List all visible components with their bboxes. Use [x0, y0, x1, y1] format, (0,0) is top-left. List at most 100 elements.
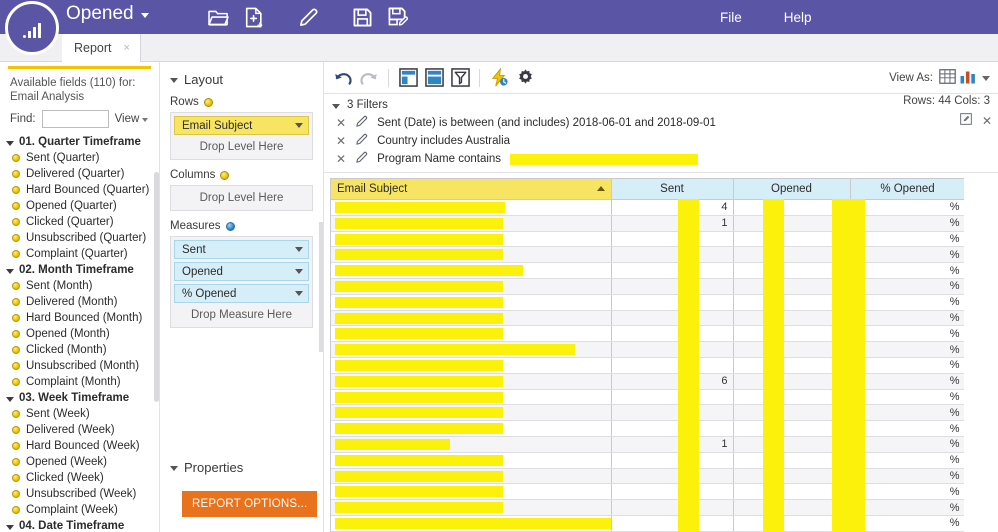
- field-item[interactable]: Delivered (Quarter): [0, 166, 159, 182]
- table-row[interactable]: 410%: [331, 199, 964, 216]
- measure-chip-sent[interactable]: Sent: [174, 240, 309, 259]
- table-row[interactable]: %: [331, 483, 964, 501]
- table-row[interactable]: %: [331, 515, 964, 532]
- undo-icon[interactable]: [330, 65, 356, 91]
- new-document-icon[interactable]: [236, 0, 272, 34]
- edit-filter-icon[interactable]: [355, 151, 368, 167]
- cell-pct-opened: %: [850, 499, 964, 516]
- column-header-pct-opened[interactable]: % Opened: [850, 178, 964, 200]
- table-row[interactable]: %: [331, 357, 964, 374]
- measures-dropzone[interactable]: Sent Opened % Opened Drop Measure Here: [170, 236, 313, 328]
- field-item[interactable]: Complaint (Week): [0, 502, 159, 518]
- field-item[interactable]: Sent (Week): [0, 406, 159, 422]
- table-row[interactable]: %: [331, 310, 964, 327]
- menu-item-file[interactable]: File: [720, 10, 742, 25]
- column-panel-icon[interactable]: [421, 65, 447, 91]
- field-item[interactable]: Sent (Month): [0, 278, 159, 294]
- filter-row-country[interactable]: ✕ Country includes Australia: [324, 132, 998, 150]
- field-group-1[interactable]: 01. Quarter Timeframe: [0, 134, 159, 150]
- rows-dropzone[interactable]: Email Subject Drop Level Here: [170, 112, 313, 160]
- filter-icon[interactable]: [447, 65, 473, 91]
- measure-chip-opened[interactable]: Opened: [174, 262, 309, 281]
- cell-pct-opened: %: [850, 420, 964, 437]
- view-dropdown[interactable]: View: [115, 113, 149, 125]
- report-table-container[interactable]: Email Subject Sent Opened % Opened 410%1…: [330, 178, 964, 532]
- table-row[interactable]: %: [331, 262, 964, 279]
- field-item[interactable]: Opened (Week): [0, 454, 159, 470]
- table-row[interactable]: %: [331, 452, 964, 469]
- report-options-button[interactable]: REPORT OPTIONS...: [182, 491, 318, 517]
- table-row[interactable]: %: [331, 246, 964, 264]
- field-item[interactable]: Clicked (Week): [0, 470, 159, 486]
- chevron-down-icon[interactable]: [982, 75, 990, 81]
- field-item[interactable]: Opened (Month): [0, 326, 159, 342]
- field-item[interactable]: Sent (Quarter): [0, 150, 159, 166]
- filter-row-sent-date[interactable]: ✕ Sent (Date) is between (and includes) …: [324, 114, 998, 132]
- run-report-icon[interactable]: [486, 65, 512, 91]
- field-item[interactable]: Hard Bounced (Quarter): [0, 182, 159, 198]
- columns-dropzone[interactable]: Drop Level Here: [170, 185, 313, 211]
- table-row[interactable]: 61%: [331, 373, 964, 390]
- rows-chip-email-subject[interactable]: Email Subject: [174, 116, 309, 135]
- field-group-3[interactable]: 03. Week Timeframe: [0, 390, 159, 406]
- field-group-4[interactable]: 04. Date Timeframe: [0, 518, 159, 532]
- table-row[interactable]: %: [331, 404, 964, 422]
- open-folder-icon[interactable]: [200, 0, 236, 34]
- table-row[interactable]: %: [331, 389, 964, 406]
- table-row[interactable]: %: [331, 231, 964, 248]
- edit-filter-icon[interactable]: [355, 115, 368, 131]
- edit-filters-icon[interactable]: [960, 112, 972, 130]
- app-title-menu[interactable]: Opened: [66, 3, 149, 25]
- column-header-sent[interactable]: Sent: [611, 178, 734, 200]
- find-label: Find:: [10, 113, 36, 125]
- table-row[interactable]: 12%: [331, 215, 964, 232]
- edit-filter-icon[interactable]: [355, 133, 368, 149]
- table-row[interactable]: 1%: [331, 436, 964, 453]
- field-item[interactable]: Delivered (Month): [0, 294, 159, 310]
- table-row[interactable]: %: [331, 341, 964, 358]
- layout-panel-scrollbar[interactable]: [319, 222, 323, 352]
- edit-pencil-icon[interactable]: [290, 0, 326, 34]
- field-item[interactable]: Delivered (Week): [0, 422, 159, 438]
- field-item[interactable]: Hard Bounced (Week): [0, 438, 159, 454]
- table-row[interactable]: %: [331, 294, 964, 311]
- field-item[interactable]: Unsubscribed (Month): [0, 358, 159, 374]
- table-row[interactable]: %: [331, 499, 964, 516]
- field-item[interactable]: Opened (Quarter): [0, 198, 159, 214]
- table-row[interactable]: %: [331, 468, 964, 485]
- table-row[interactable]: %: [331, 278, 964, 295]
- measure-chip-pct-opened[interactable]: % Opened: [174, 284, 309, 303]
- filters-header[interactable]: 3 Filters: [324, 94, 998, 114]
- field-group-2[interactable]: 02. Month Timeframe: [0, 262, 159, 278]
- field-item[interactable]: Complaint (Quarter): [0, 246, 159, 262]
- redo-icon[interactable]: [356, 65, 382, 91]
- save-icon[interactable]: [344, 0, 380, 34]
- field-item[interactable]: Clicked (Quarter): [0, 214, 159, 230]
- tab-report[interactable]: Report ×: [62, 34, 141, 62]
- table-row[interactable]: %: [331, 325, 964, 343]
- column-header-email-subject[interactable]: Email Subject: [331, 178, 612, 200]
- layout-section-header[interactable]: Layout: [160, 62, 323, 93]
- remove-filter-icon[interactable]: ✕: [336, 117, 346, 129]
- properties-section-header[interactable]: Properties: [160, 450, 323, 481]
- table-row[interactable]: %: [331, 420, 964, 437]
- field-item[interactable]: Clicked (Month): [0, 342, 159, 358]
- left-panel-scrollbar[interactable]: [154, 172, 159, 402]
- filter-row-program-name[interactable]: ✕ Program Name contains: [324, 150, 998, 168]
- remove-filter-icon[interactable]: ✕: [336, 135, 346, 147]
- save-as-icon[interactable]: [380, 0, 416, 34]
- layout-panel-icon[interactable]: [395, 65, 421, 91]
- find-input[interactable]: [41, 110, 109, 128]
- settings-gear-icon[interactable]: [512, 65, 538, 91]
- close-filters-icon[interactable]: ✕: [982, 115, 992, 127]
- close-icon[interactable]: ×: [124, 42, 130, 54]
- field-item[interactable]: Unsubscribed (Quarter): [0, 230, 159, 246]
- table-view-icon[interactable]: [939, 69, 956, 87]
- remove-filter-icon[interactable]: ✕: [336, 153, 346, 165]
- chart-view-icon[interactable]: [960, 69, 976, 87]
- field-item[interactable]: Hard Bounced (Month): [0, 310, 159, 326]
- field-item[interactable]: Complaint (Month): [0, 374, 159, 390]
- field-item[interactable]: Unsubscribed (Week): [0, 486, 159, 502]
- menu-item-help[interactable]: Help: [784, 10, 812, 25]
- column-header-opened[interactable]: Opened: [733, 178, 851, 200]
